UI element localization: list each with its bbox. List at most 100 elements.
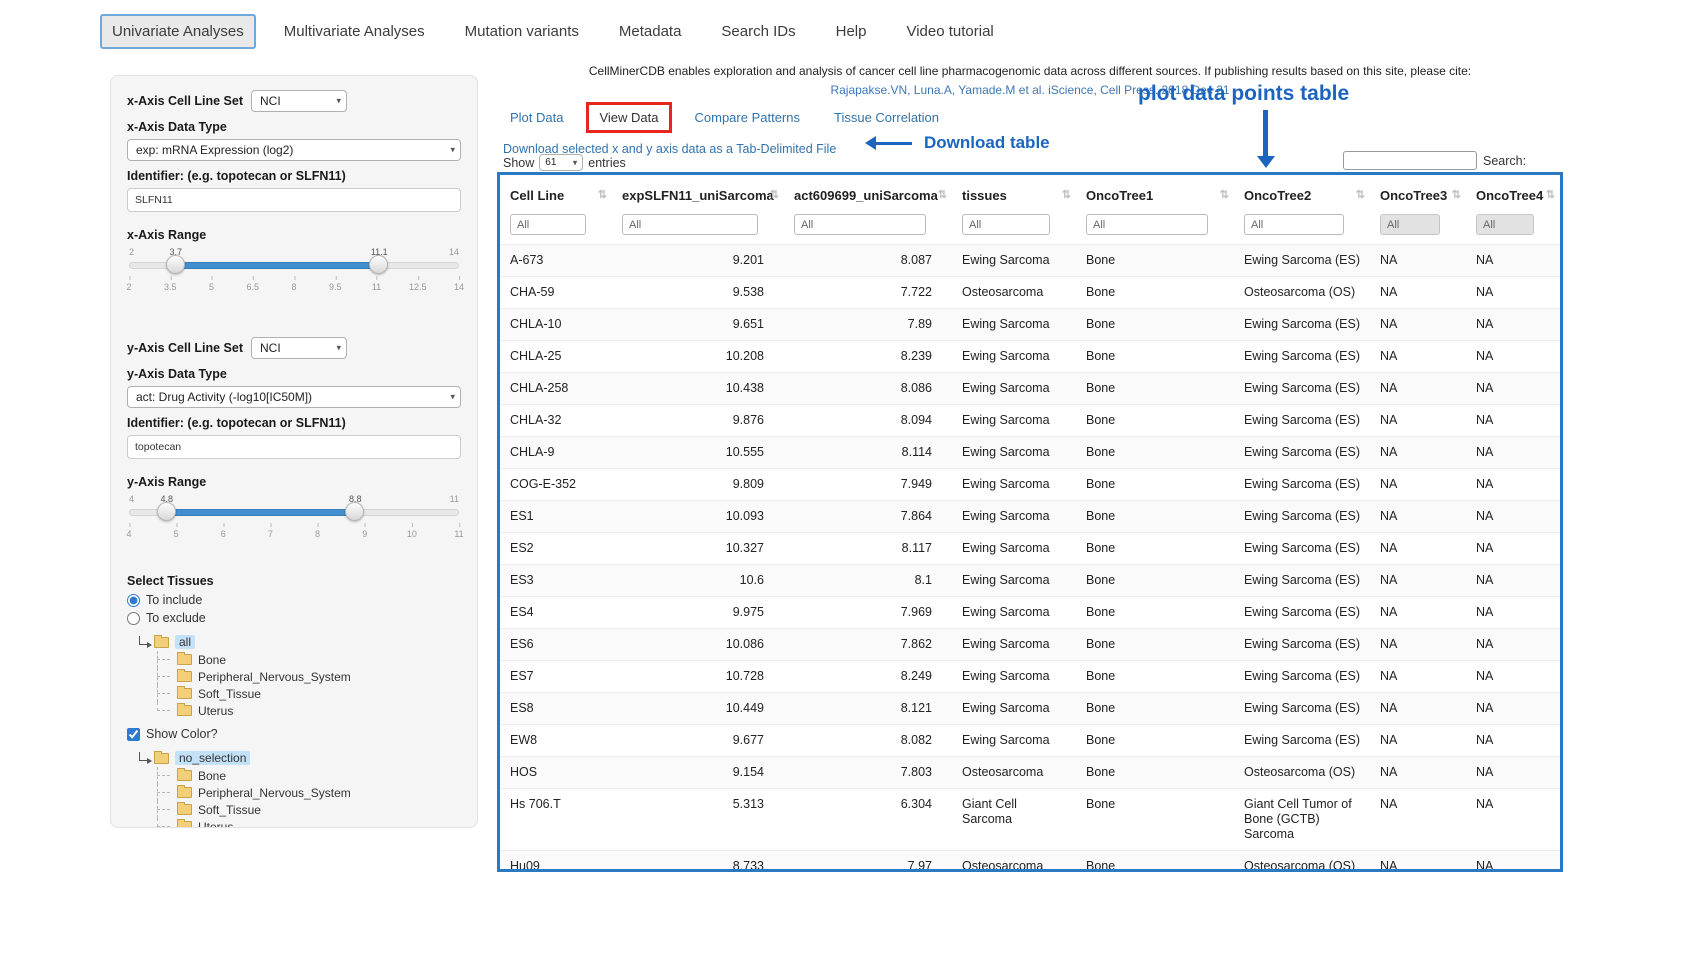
tab-view-data[interactable]: View Data [586, 102, 671, 133]
table-row[interactable]: ES710.7288.249Ewing SarcomaBoneEwing Sar… [500, 661, 1560, 693]
radio-to-exclude[interactable]: To exclude [127, 611, 461, 625]
table-row[interactable]: Hs 706.T5.3136.304Giant Cell SarcomaBone… [500, 789, 1560, 851]
column-header-oncotree4[interactable]: OncoTree4⇅ [1466, 175, 1560, 212]
table-row[interactable]: CHA-599.5387.722OsteosarcomaBoneOsteosar… [500, 277, 1560, 309]
table-row[interactable]: ES610.0867.862Ewing SarcomaBoneEwing Sar… [500, 629, 1560, 661]
tree-root-all[interactable]: all [139, 633, 461, 651]
table-row[interactable]: CHLA-910.5558.114Ewing SarcomaBoneEwing … [500, 437, 1560, 469]
table-row[interactable]: ES210.3278.117Ewing SarcomaBoneEwing Sar… [500, 533, 1560, 565]
radio-to-include[interactable]: To include [127, 593, 461, 607]
tree-item-uterus[interactable]: Uterus [149, 702, 461, 719]
table-row[interactable]: ES310.68.1Ewing SarcomaBoneEwing Sarcoma… [500, 565, 1560, 597]
table-cell: Ewing Sarcoma (ES) [1234, 245, 1370, 277]
column-header-tissues[interactable]: tissues ⇅ [952, 175, 1076, 212]
filter-input-tissues[interactable] [962, 214, 1050, 235]
table-row[interactable]: CHLA-109.6517.89Ewing SarcomaBoneEwing S… [500, 309, 1560, 341]
show-color-row[interactable]: Show Color? [127, 727, 461, 741]
table-row[interactable]: ES49.9757.969Ewing SarcomaBoneEwing Sarc… [500, 597, 1560, 629]
filter-input-oncotree2[interactable] [1244, 214, 1344, 235]
column-header-oncotree3[interactable]: OncoTree3⇅ [1370, 175, 1466, 212]
sort-icon[interactable]: ⇅ [1546, 188, 1555, 201]
nav-tab-metadata[interactable]: Metadata [607, 14, 694, 49]
sort-icon[interactable]: ⇅ [598, 188, 607, 201]
y-identifier-input[interactable] [127, 435, 461, 459]
table-cell: NA [1370, 565, 1466, 597]
slider-track[interactable] [129, 509, 459, 516]
table-cell: Giant Cell Sarcoma [952, 789, 1076, 851]
table-row[interactable]: COG-E-3529.8097.949Ewing SarcomaBoneEwin… [500, 469, 1560, 501]
table-row[interactable]: CHLA-25810.4388.086Ewing SarcomaBoneEwin… [500, 373, 1560, 405]
table-row[interactable]: Hu098.7337.97OsteosarcomaBoneOsteosarcom… [500, 851, 1560, 873]
filter-input-oncotree3[interactable] [1380, 214, 1440, 235]
table-row[interactable]: ES810.4498.121Ewing SarcomaBoneEwing Sar… [500, 693, 1560, 725]
search-input[interactable] [1343, 151, 1477, 170]
table-row[interactable]: A-6739.2018.087Ewing SarcomaBoneEwing Sa… [500, 245, 1560, 277]
nav-tab-video-tutorial[interactable]: Video tutorial [894, 14, 1005, 49]
column-header-act609699-unisarcoma[interactable]: act609699_uniSarcoma⇅ [784, 175, 952, 212]
tree-item-peripheral-nervous-system[interactable]: Peripheral_Nervous_System [149, 668, 461, 685]
tab-compare-patterns[interactable]: Compare Patterns [684, 102, 812, 133]
tree-item-soft-tissue[interactable]: Soft_Tissue [149, 685, 461, 702]
table-row[interactable]: HOS9.1547.803OsteosarcomaBoneOsteosarcom… [500, 757, 1560, 789]
nav-tab-multivariate-analyses[interactable]: Multivariate Analyses [272, 14, 437, 49]
tree-expander-icon[interactable] [139, 752, 149, 761]
tab-plot-data[interactable]: Plot Data [499, 102, 574, 133]
table-cell: Bone [1076, 757, 1234, 789]
table-row[interactable]: EW89.6778.082Ewing SarcomaBoneEwing Sarc… [500, 725, 1560, 757]
filter-input-cell-line[interactable] [510, 214, 586, 235]
table-cell: 9.975 [612, 597, 784, 629]
filter-input-act609699-unisarcoma[interactable] [794, 214, 926, 235]
table-cell: Osteosarcoma [952, 277, 1076, 309]
entries-select[interactable]: 61 [539, 154, 583, 171]
to-exclude-radio[interactable] [127, 612, 140, 625]
to-include-radio[interactable] [127, 594, 140, 607]
nav-tab-help[interactable]: Help [824, 14, 879, 49]
sort-icon[interactable]: ⇅ [938, 188, 947, 201]
y-slider-handle-low[interactable] [157, 502, 176, 521]
tab-tissue-correlation[interactable]: Tissue Correlation [823, 102, 950, 133]
table-cell: 10.086 [612, 629, 784, 661]
x-slider-handle-high[interactable] [369, 255, 388, 274]
sort-icon[interactable]: ⇅ [770, 188, 779, 201]
tree-item-peripheral-nervous-system[interactable]: Peripheral_Nervous_System [149, 784, 461, 801]
x-cell-line-set-select[interactable]: NCI [251, 90, 347, 112]
x-slider-handle-low[interactable] [166, 255, 185, 274]
table-cell: NA [1370, 277, 1466, 309]
show-color-checkbox[interactable] [127, 728, 140, 741]
column-header-oncotree2[interactable]: OncoTree2⇅ [1234, 175, 1370, 212]
y-range-slider[interactable]: 4 11 4.8 8.8 4567891011 [129, 494, 459, 544]
sort-icon[interactable]: ⇅ [1452, 188, 1461, 201]
sort-icon[interactable]: ⇅ [1062, 188, 1071, 201]
nav-tab-univariate-analyses[interactable]: Univariate Analyses [100, 14, 256, 49]
nav-tab-mutation-variants[interactable]: Mutation variants [453, 14, 591, 49]
filter-input-oncotree4[interactable] [1476, 214, 1534, 235]
nav-tab-search-ids[interactable]: Search IDs [709, 14, 807, 49]
x-data-type-select[interactable]: exp: mRNA Expression (log2) [127, 139, 461, 161]
tree-item-uterus[interactable]: Uterus [149, 818, 461, 828]
column-header-oncotree1[interactable]: OncoTree1⇅ [1076, 175, 1234, 212]
x-range-slider[interactable]: 2 14 3.7 11.1 23.556.589.51112.514 [129, 247, 459, 297]
table-cell: Bone [1076, 309, 1234, 341]
y-slider-handle-high[interactable] [345, 502, 364, 521]
column-header-expslfn11-unisarcoma[interactable]: expSLFN11_uniSarcoma⇅ [612, 175, 784, 212]
filter-input-oncotree1[interactable] [1086, 214, 1208, 235]
x-identifier-input[interactable] [127, 188, 461, 212]
y-cell-line-set-select[interactable]: NCI [251, 337, 347, 359]
tree-item-bone[interactable]: Bone [149, 767, 461, 784]
filter-input-expslfn11-unisarcoma[interactable] [622, 214, 758, 235]
table-row[interactable]: CHLA-329.8768.094Ewing SarcomaBoneEwing … [500, 405, 1560, 437]
sort-icon[interactable]: ⇅ [1356, 188, 1365, 201]
table-row[interactable]: ES110.0937.864Ewing SarcomaBoneEwing Sar… [500, 501, 1560, 533]
tree-item-bone[interactable]: Bone [149, 651, 461, 668]
column-header-label: tissues [962, 188, 1007, 203]
tree-expander-icon[interactable] [139, 636, 149, 645]
table-row[interactable]: CHLA-2510.2088.239Ewing SarcomaBoneEwing… [500, 341, 1560, 373]
tissue-tree-color: no_selection BonePeripheral_Nervous_Syst… [139, 749, 461, 828]
table-cell: NA [1370, 597, 1466, 629]
sort-icon[interactable]: ⇅ [1220, 188, 1229, 201]
y-data-type-select[interactable]: act: Drug Activity (-log10[IC50M]) [127, 386, 461, 408]
column-header-cell-line[interactable]: Cell Line⇅ [500, 175, 612, 212]
tree-root-no-selection[interactable]: no_selection [139, 749, 461, 767]
table-cell: 9.651 [612, 309, 784, 341]
tree-item-soft-tissue[interactable]: Soft_Tissue [149, 801, 461, 818]
